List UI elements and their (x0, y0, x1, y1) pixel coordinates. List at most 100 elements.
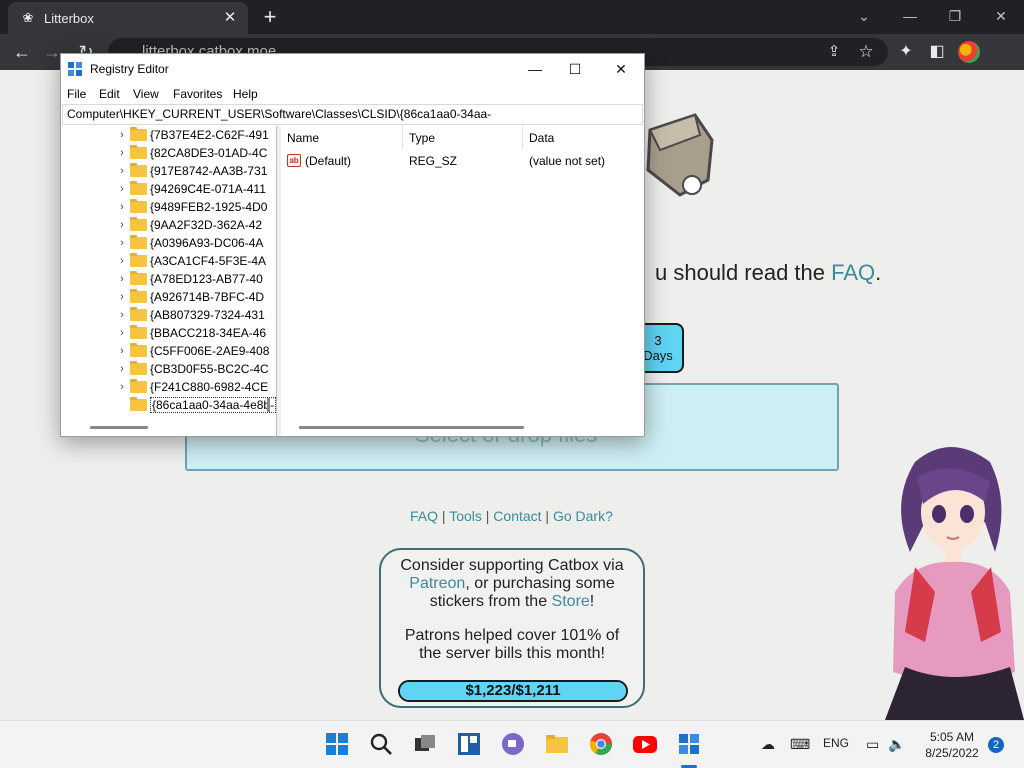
tree-item-selected[interactable]: {86ca1aa0-34aa-4e8b- (117, 396, 276, 414)
tree-horizontal-scrollbar[interactable] (90, 426, 148, 429)
store-link[interactable]: Store (552, 593, 590, 610)
file-explorer-icon[interactable] (544, 731, 570, 757)
headline-faq-link[interactable]: FAQ (831, 260, 875, 285)
column-header-type[interactable]: Type (403, 126, 523, 150)
windows-start-icon[interactable] (324, 731, 350, 757)
tree-item[interactable]: › {A926714B-7BFC-4D (117, 288, 276, 306)
menu-help[interactable]: Help (233, 87, 258, 101)
regedit-title: Registry Editor (90, 62, 169, 76)
tree-scrollbar[interactable] (267, 398, 270, 412)
folder-icon (130, 127, 147, 141)
headline-end: . (875, 260, 882, 285)
tab-close-icon[interactable]: ✕ (220, 8, 240, 28)
tree-item[interactable]: › {F241C880-6982-4CE (117, 378, 276, 396)
chevron-right-icon[interactable]: › (117, 342, 127, 360)
footer-tools-link[interactable]: Tools (449, 508, 482, 524)
chevron-right-icon[interactable]: › (117, 180, 127, 198)
chevron-right-icon[interactable]: › (117, 324, 127, 342)
menu-view[interactable]: View (133, 87, 159, 101)
chevron-right-icon[interactable]: › (117, 234, 127, 252)
tree-item-label: {BBACC218-34EA-46 (150, 326, 267, 340)
browser-tab[interactable]: ❀ Litterbox ✕ (8, 2, 248, 34)
regedit-address-bar[interactable]: Computer\HKEY_CURRENT_USER\Software\Clas… (62, 104, 643, 125)
chevron-right-icon[interactable]: › (117, 144, 127, 162)
back-arrow-icon[interactable]: ← (10, 40, 34, 64)
chevron-right-icon[interactable]: › (117, 306, 127, 324)
footer-go-dark-link[interactable]: Go Dark? (553, 508, 613, 524)
support-line3-end: ! (589, 593, 595, 610)
tree-item[interactable]: › {A0396A93-DC06-4A (117, 234, 276, 252)
tree-item-label: {82CA8DE3-01AD-4C (150, 146, 268, 160)
patreon-link[interactable]: Patreon (409, 575, 465, 592)
tab-title: Litterbox (44, 11, 94, 26)
chrome-icon[interactable] (588, 731, 614, 757)
profile-avatar[interactable] (958, 41, 980, 63)
cloud-offline-icon[interactable]: ☁ (761, 736, 775, 753)
registry-key-tree[interactable]: › {7B37E4E2-C62F-491 › {82CA8DE3-01AD-4C › {9… (62, 126, 277, 436)
tree-item[interactable]: › {BBACC218-34EA-46 (117, 324, 276, 342)
headline-text: u should read the (655, 260, 832, 285)
footer-separator: | (438, 508, 450, 524)
task-view-icon[interactable] (412, 731, 438, 757)
values-horizontal-scrollbar[interactable] (299, 426, 524, 429)
tree-item[interactable]: › {917E8742-AA3B-731 (117, 162, 276, 180)
chevron-right-icon[interactable]: › (117, 270, 127, 288)
registry-value-row[interactable]: ab (Default) REG_SZ (value not set) (281, 152, 643, 170)
share-icon[interactable]: ⇪ (822, 40, 846, 64)
keyboard-icon[interactable]: ⌨ (790, 736, 810, 753)
regedit-close-button[interactable]: ✕ (609, 58, 633, 80)
registry-editor-icon (68, 62, 82, 76)
footer-faq-link[interactable]: FAQ (410, 508, 438, 524)
chat-icon[interactable] (500, 731, 526, 757)
search-icon[interactable] (368, 731, 394, 757)
support-line2: , or purchasing some (465, 575, 615, 592)
notification-badge[interactable]: 2 (988, 737, 1004, 753)
browser-restore-button[interactable]: ❐ (941, 4, 969, 28)
column-header-name[interactable]: Name (281, 126, 403, 150)
youtube-icon[interactable] (632, 731, 658, 757)
tree-item-label: {C5FF006E-2AE9-408 (150, 344, 270, 358)
tree-item[interactable]: › {CB3D0F55-BC2C-4C (117, 360, 276, 378)
chevron-right-icon[interactable]: › (117, 162, 127, 180)
tree-item[interactable]: › {9489FEB2-1925-4D0 (117, 198, 276, 216)
widgets-icon[interactable] (456, 731, 482, 757)
registry-editor-taskbar-icon[interactable] (676, 731, 702, 757)
column-header-data[interactable]: Data (523, 126, 643, 150)
new-tab-button[interactable]: + (258, 5, 282, 29)
chevron-right-icon[interactable]: › (117, 288, 127, 306)
tree-item[interactable]: › {A3CA1CF4-5F3E-4A (117, 252, 276, 270)
chevron-right-icon[interactable]: › (117, 252, 127, 270)
tree-item-label: {94269C4E-071A-411 (150, 182, 266, 196)
taskbar-clock[interactable]: 5:05 AM 8/25/2022 (917, 729, 987, 761)
extensions-puzzle-icon[interactable]: ✦ (894, 40, 918, 64)
chevron-right-icon[interactable]: › (117, 216, 127, 234)
tree-item[interactable]: › {9AA2F32D-362A-42 (117, 216, 276, 234)
side-panel-icon[interactable]: ◧ (925, 40, 949, 64)
menu-file[interactable]: File (67, 87, 86, 101)
regedit-minimize-button[interactable]: — (523, 58, 547, 80)
patrons-text: Patrons helped cover 101% of the server … (404, 627, 620, 662)
language-indicator[interactable]: ENG (823, 736, 849, 750)
support-box: Consider supporting Catbox via Patreon, … (379, 548, 645, 708)
tree-item[interactable]: › {C5FF006E-2AE9-408 (117, 342, 276, 360)
chevron-right-icon[interactable]: › (117, 126, 127, 144)
bookmark-star-icon[interactable]: ☆ (854, 40, 878, 64)
tree-item[interactable]: › {7B37E4E2-C62F-491 (117, 126, 276, 144)
regedit-maximize-button[interactable]: ☐ (563, 58, 587, 80)
tree-item[interactable]: › {94269C4E-071A-411 (117, 180, 276, 198)
menu-favorites[interactable]: Favorites (173, 87, 222, 101)
menu-edit[interactable]: Edit (99, 87, 120, 101)
chevron-right-icon[interactable]: › (117, 360, 127, 378)
browser-close-button[interactable]: ✕ (987, 4, 1015, 28)
network-icon[interactable]: ▭ (866, 736, 879, 753)
tab-search-button[interactable]: ⌄ (850, 4, 878, 28)
footer-contact-link[interactable]: Contact (493, 508, 541, 524)
chevron-right-icon[interactable]: › (117, 198, 127, 216)
chevron-right-icon[interactable]: › (117, 378, 127, 396)
tree-item[interactable]: › {82CA8DE3-01AD-4C (117, 144, 276, 162)
tree-item[interactable]: › {AB807329-7324-431 (117, 306, 276, 324)
footer-separator: | (541, 508, 553, 524)
browser-minimize-button[interactable]: — (896, 4, 924, 28)
volume-icon[interactable]: 🔈 (888, 736, 905, 753)
tree-item[interactable]: › {A78ED123-AB77-40 (117, 270, 276, 288)
